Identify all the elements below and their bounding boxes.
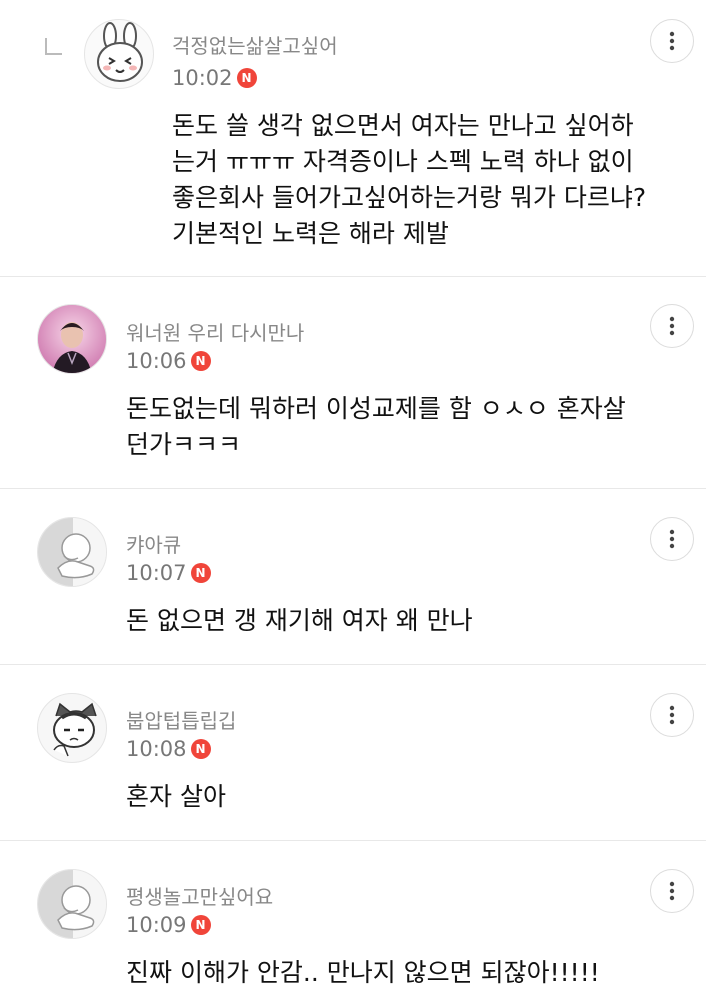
comment-text: 돈도 쓸 생각 없으면서 여자는 만나고 싶어하 는거 ㅠㅠㅠ 자격증이나 스펙… [172,111,647,248]
avatar[interactable] [37,304,107,374]
comment-meta: 10:07 N [126,561,211,585]
comment-time: 10:08 [126,737,187,761]
comment-item: 평생놀고만싶어요 10:09 N 진짜 이해가 안감.. 만나지 않으면 되잖아… [0,841,706,1006]
default-avatar-icon [38,518,106,586]
comment-author[interactable]: 캬아큐 [126,529,181,558]
reply-arrow-icon [45,38,62,55]
new-badge: N [236,68,257,88]
new-badge: N [190,351,211,371]
avatar[interactable] [37,517,107,587]
comment-author[interactable]: 평생놀고만싶어요 [126,881,273,910]
more-vertical-icon [669,705,675,725]
more-options-button[interactable] [650,304,694,348]
comment-time: 10:02 [172,66,233,90]
comment-time: 10:07 [126,561,187,585]
rabbit-avatar-icon [97,22,143,82]
more-vertical-icon [669,881,675,901]
avatar[interactable] [84,19,154,89]
comment-meta: 10:06 N [126,349,211,373]
new-badge: N [190,739,211,759]
more-vertical-icon [669,529,675,549]
comment-author[interactable]: 걱정없는삶살고싶어 [172,30,338,59]
comment-text: 혼자 살아 [126,782,226,811]
more-options-button[interactable] [650,693,694,737]
comment-author[interactable]: 붑압텁틉립깁 [126,705,236,734]
comment-text: 진짜 이해가 안감.. 만나지 않으면 되잖아!!!!! [126,958,600,987]
comment-meta: 10:09 N [126,913,211,937]
default-avatar-icon [38,870,106,938]
comment-time: 10:06 [126,349,187,373]
photo-avatar-icon [38,305,106,373]
comment-item: 캬아큐 10:07 N 돈 없으면 갱 재기해 여자 왜 만나 [0,489,706,665]
comment-text: 돈도없는데 뭐하러 이성교제를 함 ㅇㅅㅇ 혼자살 던가ㅋㅋㅋ [126,394,626,459]
comment-author[interactable]: 워너원 우리 다시만나 [126,317,304,346]
more-options-button[interactable] [650,19,694,63]
comment-meta: 10:08 N [126,737,211,761]
new-badge: N [190,563,211,583]
comment-time: 10:09 [126,913,187,937]
more-vertical-icon [669,31,675,51]
avatar[interactable] [37,693,107,763]
avatar[interactable] [37,869,107,939]
more-options-button[interactable] [650,869,694,913]
comment-item: 붑압텁틉립깁 10:08 N 혼자 살아 [0,665,706,841]
cat-avatar-icon [53,702,97,757]
comment-meta: 10:02 N [172,66,257,90]
comment-text: 돈 없으면 갱 재기해 여자 왜 만나 [126,606,473,635]
more-options-button[interactable] [650,517,694,561]
comment-item: 워너원 우리 다시만나 10:06 N 돈도없는데 뭐하러 이성교제를 함 ㅇㅅ… [0,277,706,489]
new-badge: N [190,915,211,935]
more-vertical-icon [669,316,675,336]
comment-item: 걱정없는삶살고싶어 10:02 N 돈도 쓸 생각 없으면서 여자는 만나고 싶… [0,0,706,277]
